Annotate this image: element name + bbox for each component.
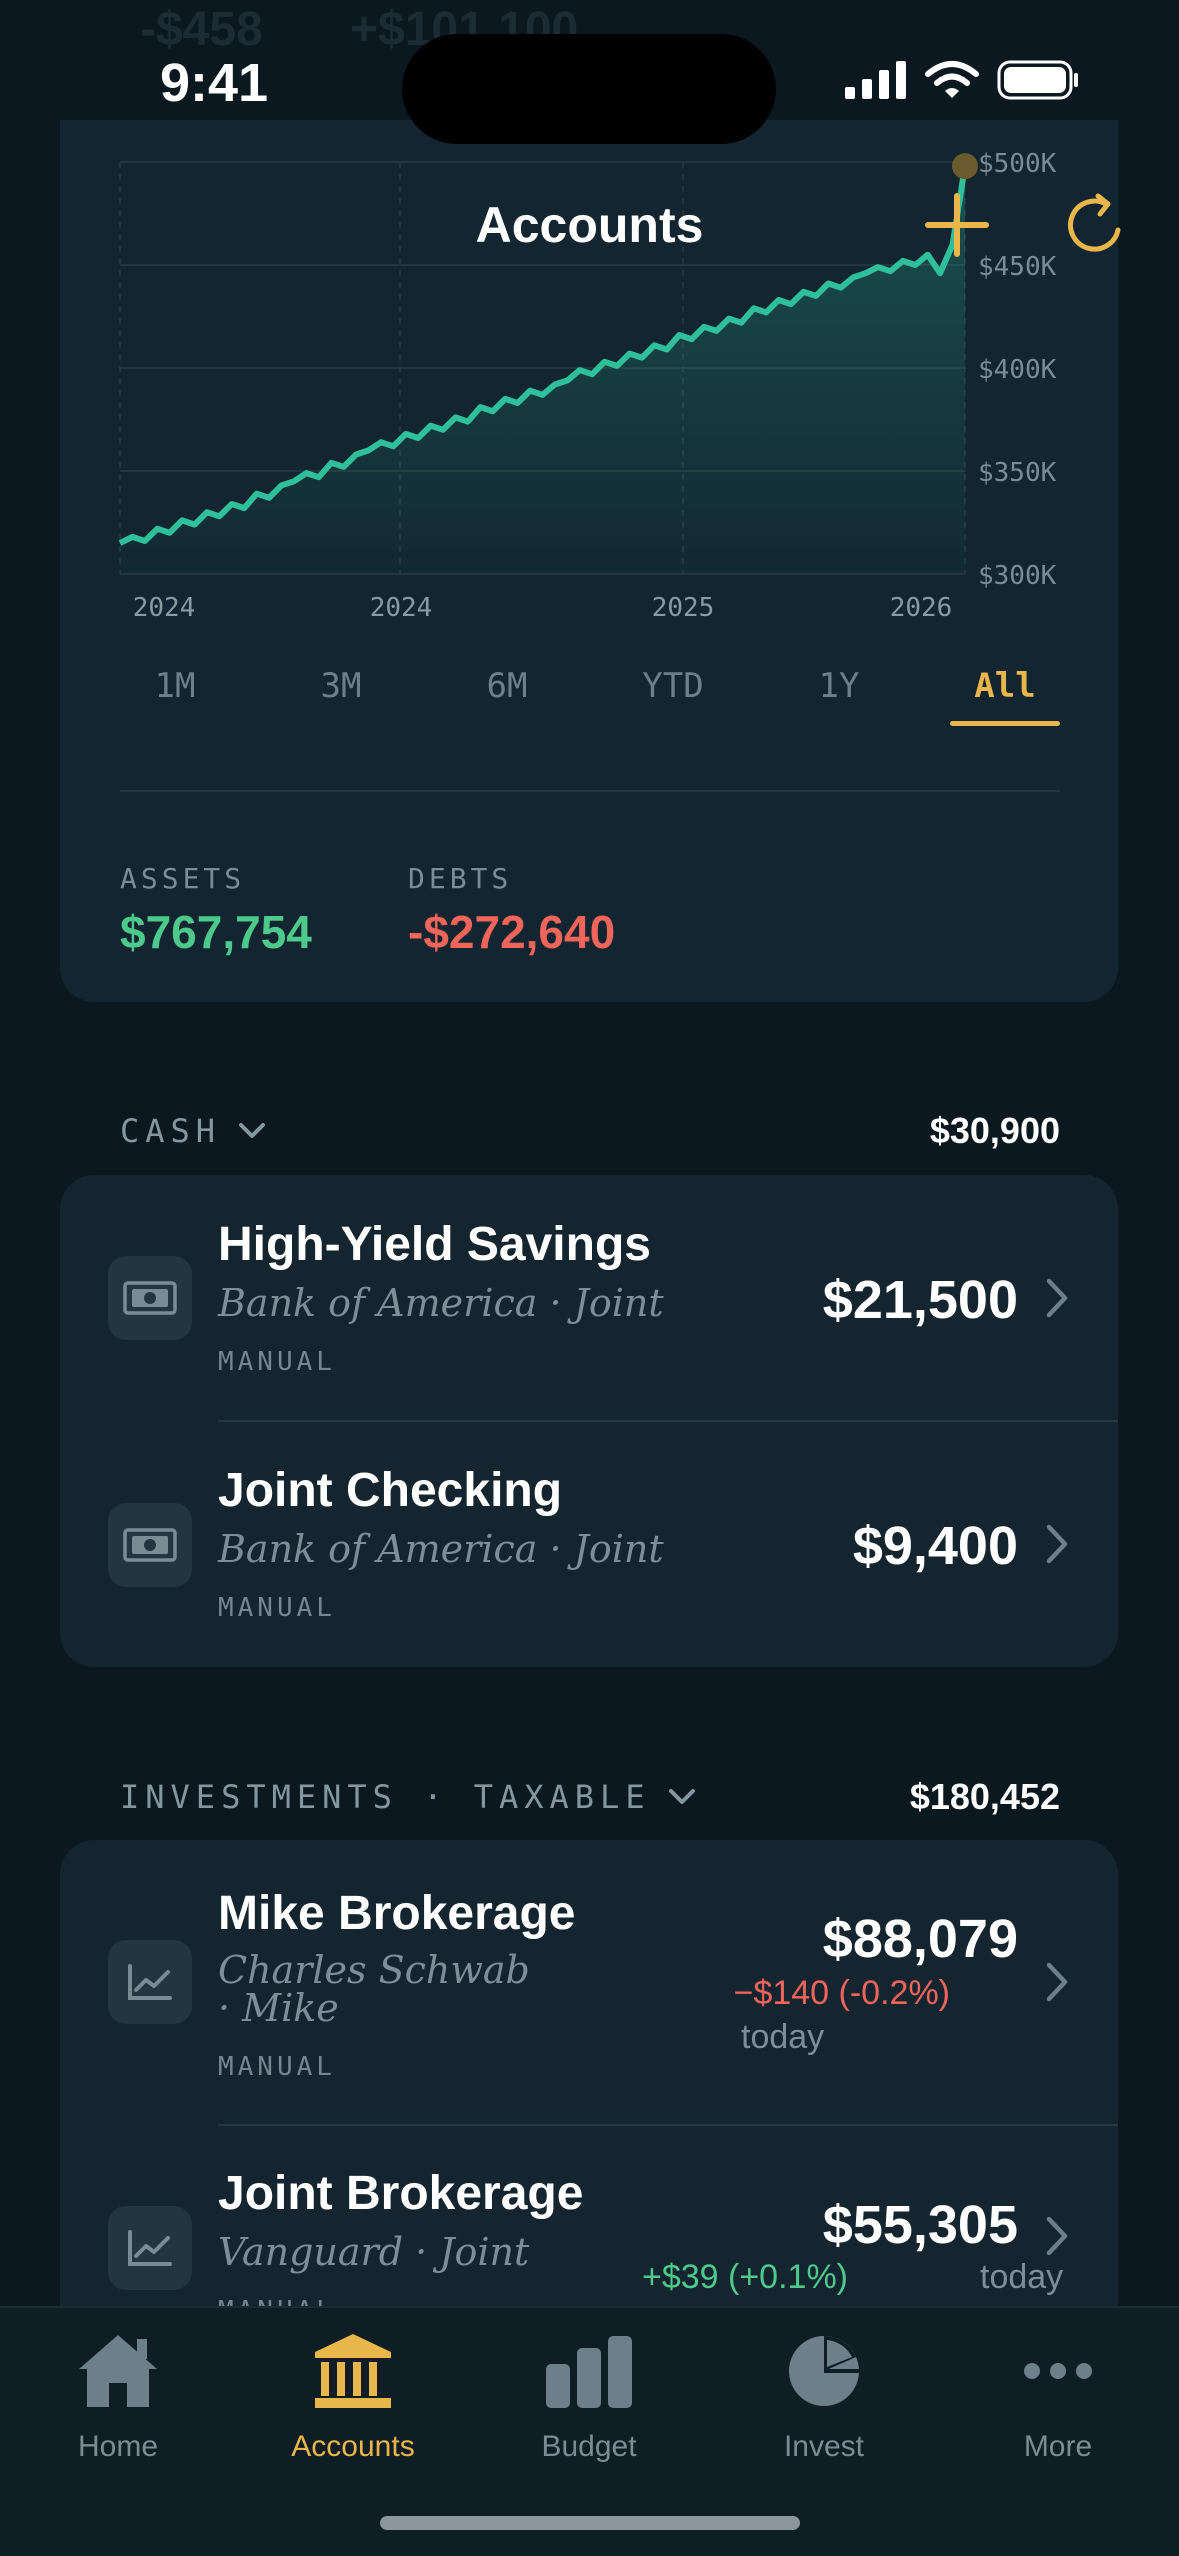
- chevron-right-icon: [1046, 1962, 1068, 2002]
- account-name: Joint Checking: [218, 1464, 563, 1517]
- chevron-right-icon: [1046, 2216, 1068, 2256]
- bar-chart-icon: [546, 2336, 632, 2408]
- account-balance: $21,500: [822, 1270, 1018, 1330]
- account-tag: MANUAL: [218, 1593, 336, 1623]
- debts-stat: DEBTS -$272,640: [408, 862, 615, 959]
- chevron-right-icon: [1046, 1278, 1068, 1318]
- chart-x-tick-label: 2026: [890, 593, 953, 623]
- signal-icon: [845, 61, 906, 99]
- pie-chart-icon: [789, 2336, 859, 2406]
- account-day-change: +$39 (+0.1%): [641, 2258, 848, 2296]
- cash-section-header[interactable]: CASH $30,900: [120, 1110, 1060, 1152]
- bank-icon: [315, 2334, 391, 2408]
- account-tag: MANUAL: [218, 2052, 336, 2082]
- assets-label: ASSETS: [120, 862, 246, 895]
- account-change-period: today: [741, 2018, 825, 2056]
- status-icons: [845, 60, 1079, 100]
- home-icon: [79, 2335, 157, 2407]
- cash-icon: [108, 1503, 192, 1587]
- account-name: Mike Brokerage: [218, 1887, 576, 1940]
- range-tab-6m[interactable]: 6M: [452, 660, 562, 730]
- hero-divider: [120, 790, 1060, 792]
- tab-label: Home: [77, 2430, 159, 2463]
- status-bar: 9:41: [0, 0, 1179, 160]
- page-title: Accounts: [475, 197, 704, 253]
- chart-y-tick-label: $350K: [978, 458, 1057, 488]
- debts-label: DEBTS: [408, 862, 513, 895]
- investments-section-header[interactable]: INVESTMENTS · TAXABLE $180,452: [120, 1776, 1060, 1818]
- account-owner: · Mike: [218, 1986, 339, 2030]
- account-tag: MANUAL: [218, 1347, 336, 1377]
- account-balance: $55,305: [822, 2195, 1018, 2255]
- investments-section-total: $180,452: [909, 1776, 1060, 1817]
- account-day-change: −$140 (-0.2%): [733, 1974, 950, 2012]
- tab-home[interactable]: Home: [18, 2326, 218, 2464]
- debts-value: -$272,640: [408, 906, 616, 958]
- range-tab-1y[interactable]: 1Y: [784, 660, 894, 730]
- home-indicator: [380, 2516, 800, 2530]
- chart-y-tick-label: $400K: [978, 355, 1057, 385]
- tab-label: More: [1023, 2430, 1093, 2463]
- range-tab-3m[interactable]: 3M: [286, 660, 396, 730]
- account-name: Joint Brokerage: [218, 2167, 584, 2220]
- status-time: 9:41: [160, 53, 269, 113]
- wifi-icon: [925, 61, 979, 98]
- account-change-period: today: [980, 2258, 1064, 2296]
- cash-section-total: $30,900: [929, 1110, 1060, 1151]
- range-tab-1m[interactable]: 1M: [120, 660, 230, 730]
- tab-label: Invest: [783, 2430, 865, 2463]
- account-balance: $9,400: [852, 1516, 1018, 1576]
- range-tab-ytd[interactable]: YTD: [618, 660, 728, 730]
- account-balance: $88,079: [822, 1909, 1018, 1969]
- chevron-right-icon: [1046, 1524, 1068, 1564]
- chart-x-tick-label: 2024: [133, 593, 196, 623]
- more-icon: [1024, 2363, 1092, 2379]
- dynamic-island: [402, 34, 776, 144]
- add-account-button[interactable]: [924, 192, 990, 258]
- account-row-mike-brokerage[interactable]: Mike Brokerage Charles Schwab · Mike MAN…: [60, 1840, 1118, 2124]
- chevron-down-icon: [239, 1123, 266, 1138]
- battery-icon: [997, 60, 1078, 100]
- assets-value: $767,754: [120, 906, 312, 958]
- tab-more[interactable]: More: [958, 2326, 1158, 2464]
- chart-x-tick-label: 2024: [370, 593, 433, 623]
- range-selector: 1M 3M 6M YTD 1Y All: [120, 660, 1060, 730]
- tab-label: Budget: [541, 2430, 637, 2463]
- account-row-high-yield-savings[interactable]: High-Yield Savings Bank of America · Joi…: [60, 1175, 1118, 1421]
- trend-icon: [108, 1940, 192, 2024]
- account-institution: Bank of America · Joint: [218, 1281, 664, 1325]
- refresh-button[interactable]: [1062, 190, 1132, 260]
- assets-stat: ASSETS $767,754: [120, 862, 312, 959]
- chevron-down-icon: [668, 1789, 695, 1804]
- account-institution: Charles Schwab: [218, 1948, 530, 1992]
- chart-y-tick-label: $300K: [978, 561, 1057, 591]
- tab-label: Accounts: [291, 2430, 415, 2463]
- chart-x-tick-label: 2025: [652, 593, 715, 623]
- account-row-joint-checking[interactable]: Joint Checking Bank of America · Joint M…: [60, 1421, 1118, 1667]
- investments-section-title: INVESTMENTS · TAXABLE: [120, 1778, 651, 1816]
- account-institution: Bank of America · Joint: [218, 1527, 664, 1571]
- tab-accounts[interactable]: Accounts: [253, 2326, 453, 2464]
- trend-icon: [108, 2206, 192, 2290]
- range-tab-all[interactable]: All: [950, 660, 1060, 730]
- account-institution: Vanguard · Joint: [218, 2230, 530, 2274]
- account-name: High-Yield Savings: [218, 1218, 651, 1271]
- tab-invest[interactable]: Invest: [724, 2326, 924, 2464]
- cash-accounts-card: High-Yield Savings Bank of America · Joi…: [60, 1175, 1118, 1667]
- investment-accounts-card: Mike Brokerage Charles Schwab · Mike MAN…: [60, 1840, 1118, 2360]
- cash-icon: [108, 1256, 192, 1340]
- cash-section-title: CASH: [120, 1112, 222, 1150]
- tab-budget[interactable]: Budget: [489, 2326, 689, 2464]
